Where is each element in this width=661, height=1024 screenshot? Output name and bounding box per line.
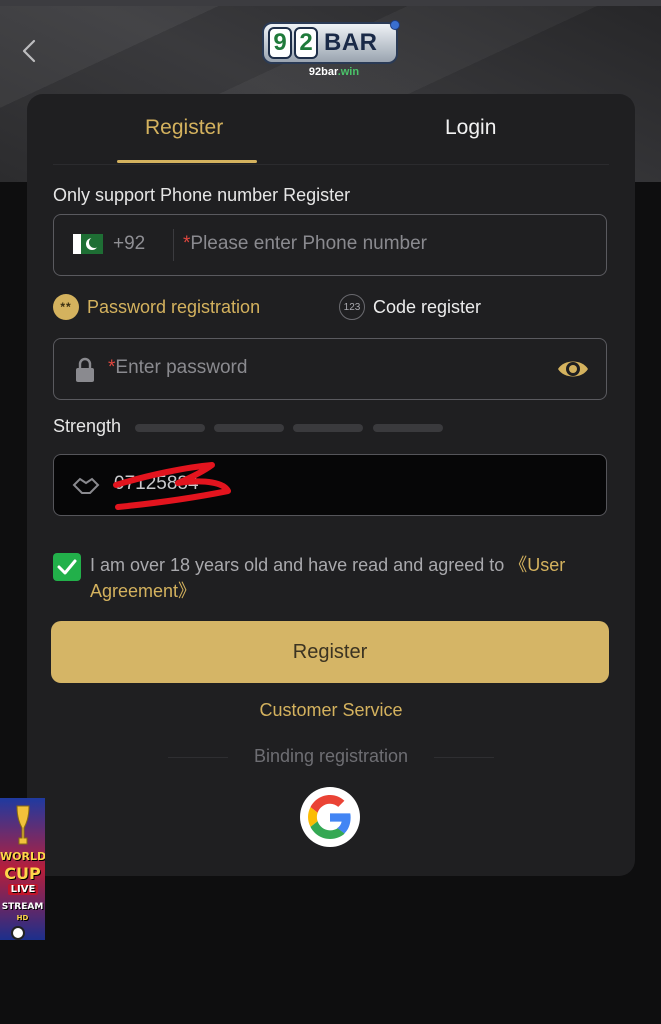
logo-digit: 9 — [268, 27, 292, 59]
pakistan-flag-icon[interactable] — [73, 234, 103, 254]
logo-knob — [390, 20, 400, 30]
logo-sub-prefix: 92 — [308, 66, 322, 78]
binding-registration-label: Binding registration — [253, 746, 409, 766]
phone-placeholder: Please enter Phone number — [190, 233, 428, 254]
support-notice: Only support Phone number Register — [53, 185, 351, 205]
logo-digit: 2 — [294, 27, 318, 59]
strength-bar — [214, 424, 284, 432]
tab-register[interactable]: Register — [145, 116, 223, 140]
checkmark-icon — [57, 559, 77, 575]
phone-input[interactable]: *Please enter Phone number — [183, 233, 427, 255]
password-placeholder: Enter password — [115, 357, 248, 378]
agreement-text: I am over 18 years old and have read and… — [90, 552, 610, 604]
chevron-left-icon — [22, 39, 36, 63]
invite-code-field[interactable]: 07125884 — [53, 454, 607, 516]
status-bar-strip — [0, 0, 661, 6]
logo-word: BAR — [324, 29, 378, 56]
password-dots-icon: ** — [53, 294, 79, 320]
password-input[interactable]: *Enter password — [108, 357, 247, 379]
field-separator — [173, 229, 174, 261]
country-code[interactable]: +92 — [113, 233, 145, 255]
football-icon — [11, 926, 25, 940]
active-tab-indicator — [117, 160, 257, 163]
numbers-icon: 123 — [339, 294, 365, 320]
back-button[interactable] — [14, 34, 44, 68]
banner-live-text: LIVE — [8, 884, 38, 895]
agreement-statement: I am over 18 years old and have read and… — [90, 555, 510, 575]
divider-line — [434, 757, 494, 758]
phone-field[interactable]: +92 *Please enter Phone number — [53, 214, 607, 276]
trophy-icon — [16, 805, 30, 845]
brand-logo: 9 2 BAR 92bar.win — [262, 20, 402, 82]
customer-service-link[interactable]: Customer Service — [27, 700, 635, 721]
logo-badge: 9 2 BAR — [262, 20, 400, 64]
password-field[interactable]: *Enter password — [53, 338, 607, 400]
lock-icon — [76, 357, 94, 382]
register-button[interactable]: Register — [51, 621, 609, 683]
handshake-icon — [72, 477, 100, 494]
strength-bar — [293, 424, 363, 432]
logo-sub-main: bar — [321, 66, 338, 78]
register-card: Register Login Only support Phone number… — [27, 94, 635, 876]
password-registration-label: Password registration — [87, 296, 261, 317]
banner-hd-text: HD — [16, 914, 29, 922]
strength-bar — [373, 424, 443, 432]
tab-login[interactable]: Login — [445, 116, 496, 140]
google-icon — [308, 795, 351, 839]
banner-world-text: WORLD — [0, 850, 45, 863]
code-register-label: Code register — [373, 296, 482, 317]
world-cup-banner[interactable]: WORLD CUP LIVE STREAM HD — [0, 798, 45, 940]
agreement-checkbox[interactable] — [53, 553, 81, 581]
password-registration-option[interactable]: ** Password registration — [53, 294, 260, 320]
code-register-option[interactable]: 123 Code register — [339, 294, 481, 320]
strength-bar — [135, 424, 205, 432]
tabs-divider — [53, 164, 609, 165]
google-login-button[interactable] — [300, 787, 360, 847]
eye-icon[interactable] — [556, 356, 590, 382]
redaction-scribble — [113, 462, 231, 510]
logo-subtitle: 92bar.win — [284, 66, 384, 78]
logo-sub-suffix: .win — [337, 66, 360, 78]
strength-label: Strength — [53, 416, 122, 436]
auth-tabs: Register Login — [27, 94, 635, 166]
banner-stream-text: STREAM — [1, 902, 44, 912]
banner-cup-text: CUP — [4, 864, 41, 883]
